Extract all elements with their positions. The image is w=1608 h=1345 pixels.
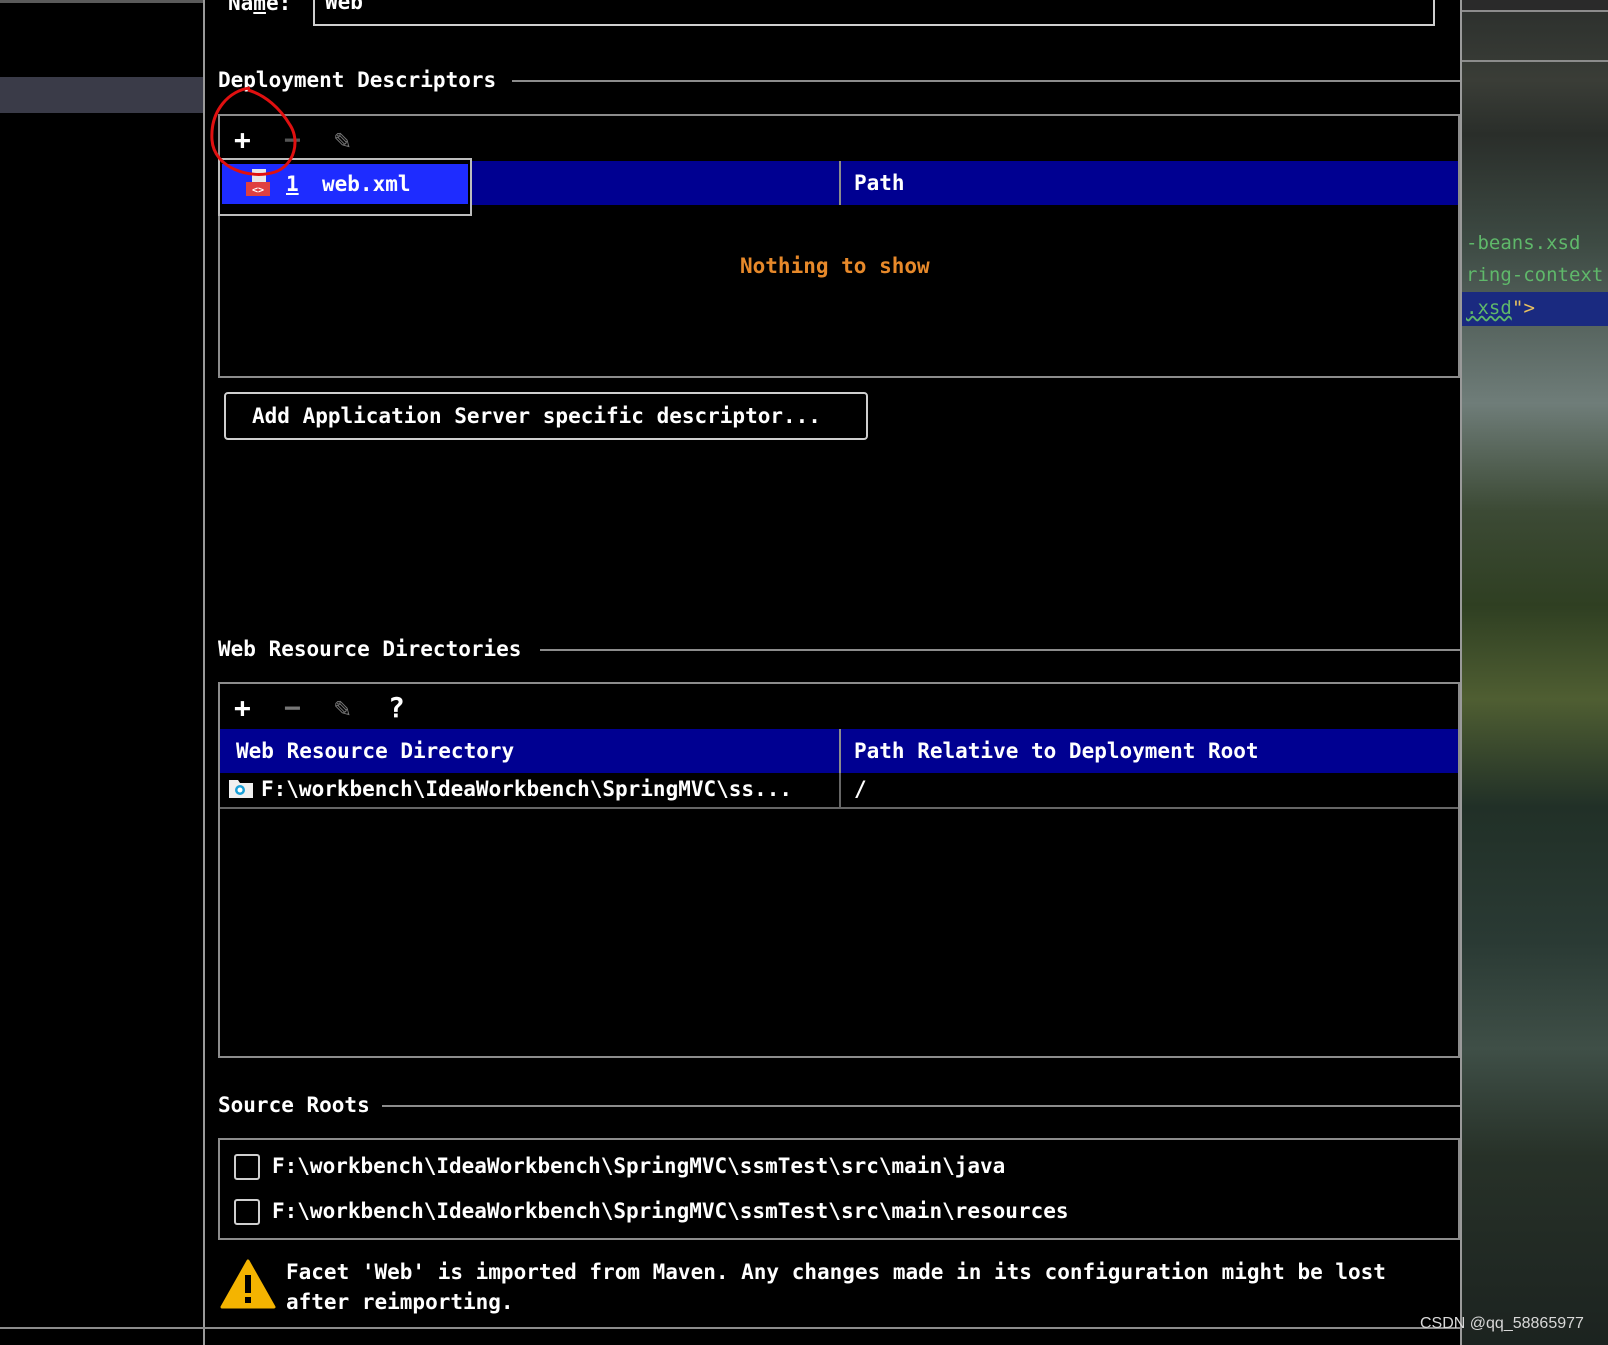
add-server-descriptor-button[interactable]: Add Application Server specific descript… bbox=[224, 392, 868, 440]
source-roots-panel: F:\workbench\IdeaWorkbench\SpringMVC\ssm… bbox=[218, 1138, 1460, 1240]
web-folder-icon bbox=[228, 777, 254, 799]
source-root-java-label: F:\workbench\IdeaWorkbench\SpringMVC\ssm… bbox=[272, 1154, 1006, 1178]
edit-icon[interactable]: ✎ bbox=[334, 126, 351, 154]
name-input[interactable]: Web bbox=[313, 0, 1435, 26]
edit-icon[interactable]: ✎ bbox=[334, 694, 351, 722]
code-snippet-4: "> bbox=[1512, 297, 1535, 319]
header-column-divider bbox=[839, 729, 841, 773]
left-sidebar bbox=[0, 0, 205, 1345]
column-path[interactable]: Path bbox=[854, 171, 905, 195]
bottom-divider bbox=[0, 1327, 1460, 1329]
source-roots-title: Source Roots bbox=[218, 1093, 370, 1117]
source-root-checkbox-resources[interactable] bbox=[234, 1199, 260, 1225]
annotation-circle bbox=[210, 86, 297, 176]
deployment-title-rule bbox=[512, 80, 1460, 82]
warning-icon bbox=[220, 1258, 276, 1310]
sidebar-top-divider bbox=[0, 0, 203, 3]
sidebar-selected-item[interactable] bbox=[0, 77, 203, 113]
source-roots-title-rule bbox=[382, 1105, 1460, 1107]
remove-icon[interactable]: − bbox=[284, 694, 301, 722]
deployment-descriptors-panel: + − ✎ Path Nothing to show bbox=[218, 114, 1460, 378]
add-icon[interactable]: + bbox=[234, 694, 251, 722]
editor-background-strip: -beans.xsd ring-context .xsd "> bbox=[1460, 0, 1608, 1345]
watermark: CSDN @qq_58865977 bbox=[1420, 1315, 1584, 1332]
web-resource-table-header: Web Resource Directory Path Relative to … bbox=[220, 729, 1458, 773]
add-server-descriptor-label: Add Application Server specific descript… bbox=[252, 404, 821, 428]
web-resource-title-rule bbox=[540, 649, 1460, 651]
editor-divider bbox=[1462, 60, 1608, 62]
column-web-resource-directory[interactable]: Web Resource Directory bbox=[236, 739, 514, 763]
empty-state-text: Nothing to show bbox=[740, 254, 930, 278]
code-snippet-1: -beans.xsd bbox=[1466, 232, 1581, 254]
help-icon[interactable]: ? bbox=[388, 694, 405, 722]
column-path-relative[interactable]: Path Relative to Deployment Root bbox=[854, 739, 1259, 763]
name-label: Name: bbox=[228, 0, 292, 15]
row-path: / bbox=[854, 777, 867, 801]
warning-text-line2: after reimporting. bbox=[286, 1290, 514, 1314]
name-input-value: Web bbox=[325, 0, 363, 14]
row-column-divider bbox=[839, 773, 841, 807]
row-directory: F:\workbench\IdeaWorkbench\SpringMVC\ss.… bbox=[261, 777, 793, 801]
source-root-checkbox-java[interactable] bbox=[234, 1154, 260, 1180]
source-root-resources-label: F:\workbench\IdeaWorkbench\SpringMVC\ssm… bbox=[272, 1199, 1069, 1223]
code-snippet-2: ring-context bbox=[1466, 264, 1604, 286]
header-column-divider bbox=[839, 161, 841, 205]
web-resource-directories-title: Web Resource Directories bbox=[218, 637, 522, 661]
web-resource-panel: + − ✎ ? Web Resource Directory Path Rela… bbox=[218, 682, 1460, 1058]
code-snippet-3: .xsd bbox=[1466, 297, 1512, 319]
editor-tab-bar bbox=[1462, 0, 1608, 12]
popup-item-label: web.xml bbox=[322, 172, 411, 196]
warning-text-line1: Facet 'Web' is imported from Maven. Any … bbox=[286, 1260, 1386, 1284]
table-row[interactable]: F:\workbench\IdeaWorkbench\SpringMVC\ss.… bbox=[220, 773, 1458, 809]
